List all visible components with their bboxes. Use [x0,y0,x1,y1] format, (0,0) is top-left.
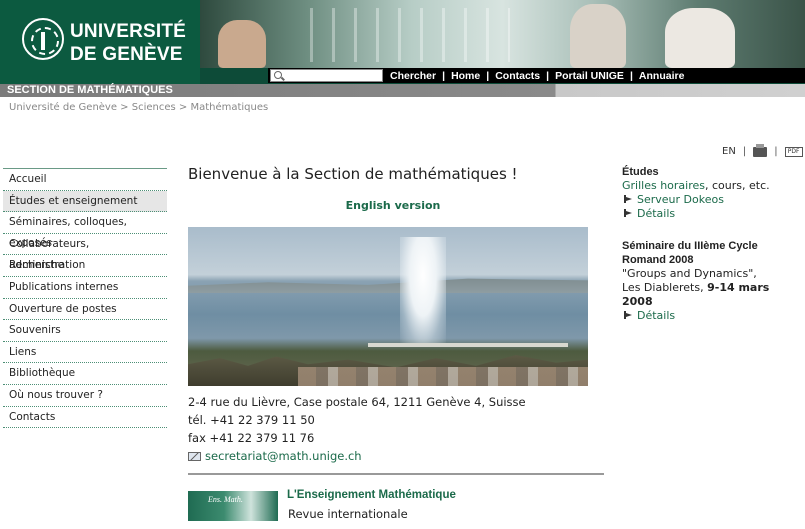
researcher-figure [570,4,626,68]
top-link-home[interactable]: Home [451,70,480,82]
sidebar-item-liens[interactable]: Liens [3,342,167,364]
etudes-details-row: Détails [622,207,802,221]
separator: | [486,69,490,82]
logo-line-2: DE GENÈVE [70,44,183,65]
address-line: 2-4 rue du Lièvre, Case postale 64, 1211… [188,395,526,409]
search-input[interactable] [270,69,383,82]
sidebar-item-ou-nous-trouver[interactable]: Où nous trouver ? [3,385,167,407]
ens-math-logo-text: Ens. Math. [208,495,243,504]
seminar-place: Les Diablerets, [622,281,708,294]
photo-hills [188,278,588,293]
divider [188,473,604,475]
lab-photo [200,0,805,68]
geneva-lake-photo [188,227,588,386]
sidebar-item-seminaires[interactable]: Séminaires, colloques, exposés [3,212,167,249]
photo-jet-deau [400,237,446,347]
seminar-place-row: Les Diablerets, 9-14 mars 2008 [622,281,802,309]
page-title: Bienvenue à la Section de mathématiques … [188,165,518,183]
sidebar-item-postes[interactable]: Ouverture de postes [3,299,167,321]
serveur-dokeos-link[interactable]: Serveur Dokeos [637,193,724,206]
sidebar-item-collaborateurs[interactable]: Collaborateurs, administration [3,234,167,271]
sidebar-item-souvenirs[interactable]: Souvenirs [3,320,167,342]
mail-icon [188,451,201,461]
seminar-details-link[interactable]: Détails [637,309,675,322]
language-link[interactable]: EN [722,146,736,157]
university-seal-icon [22,18,64,60]
seminar-details-row: Détails [622,309,802,323]
seminar-heading-1: Séminaire du IIIème Cycle [622,240,758,252]
sidebar-item-bibliotheque[interactable]: Bibliothèque [3,363,167,385]
researcher-figure [218,20,266,68]
photo-pier [368,343,568,347]
logo-line-1: UNIVERSITÉ [70,21,187,42]
researcher-figure [665,8,735,68]
logo-text: UNIVERSITÉ DE GENÈVE [70,20,186,66]
seminar-topic: "Groups and Dynamics", [622,267,757,280]
printer-icon[interactable] [753,143,768,157]
grilles-horaires-link[interactable]: Grilles horaires [622,179,705,192]
email-row: secretariat@math.unige.ch [188,447,526,465]
pdf-icon[interactable]: PDF [784,146,803,157]
phone-number: tél. +41 22 379 11 50 [188,413,315,427]
top-links: Chercher | Home | Contacts | Portail UNI… [390,68,684,83]
journal-subtitle: Revue internationale [288,507,408,521]
fax-number: fax +41 22 379 11 76 [188,431,315,445]
university-logo[interactable]: UNIVERSITÉ DE GENÈVE [0,0,200,84]
etudes-line: Grilles horaires, cours, etc. [622,179,802,193]
sidebar-item-contacts[interactable]: Contacts [3,407,167,429]
separator: | [774,146,778,157]
section-title: SECTION DE MATHÉMATIQUES [7,84,173,96]
top-link-portail[interactable]: Portail UNIGE [555,70,624,82]
arrow-right-icon [624,195,634,203]
separator: | [442,69,446,82]
photo-roofs [298,367,588,386]
contact-address: 2-4 rue du Lièvre, Case postale 64, 1211… [188,393,526,465]
top-link-chercher[interactable]: Chercher [390,70,436,82]
etudes-line-rest: , cours, etc. [705,179,770,192]
sidebar-item-publications[interactable]: Publications internes [3,277,167,299]
separator: | [629,69,633,82]
lab-equipment [310,8,510,62]
seminar-heading-2: Romand 2008 [622,254,694,266]
separator: | [742,146,747,157]
top-link-contacts[interactable]: Contacts [495,70,540,82]
page-tools: EN | | PDF [722,143,803,157]
breadcrumb: Université de Genève > Sciences > Mathém… [9,102,269,113]
arrow-right-icon [624,209,634,217]
seminar-block: Séminaire du IIIème Cycle Romand 2008 "G… [622,239,802,323]
arrow-right-icon [624,311,634,319]
english-version-link[interactable]: English version [188,199,598,212]
journal-title-link[interactable]: L'Enseignement Mathématique [287,489,456,501]
ens-math-logo[interactable]: Ens. Math. [188,491,278,521]
sidebar-nav: Accueil Études et enseignement Séminaire… [3,168,167,429]
right-column: Études Grilles horaires, cours, etc. Ser… [622,165,802,323]
etudes-heading: Études [622,166,659,178]
search-icon [274,71,282,79]
sidebar-item-accueil[interactable]: Accueil [3,169,167,191]
email-link[interactable]: secretariat@math.unige.ch [205,447,362,465]
separator: | [546,69,550,82]
top-link-annuaire[interactable]: Annuaire [639,70,685,82]
serveur-dokeos-row: Serveur Dokeos [622,193,802,207]
sidebar-item-etudes[interactable]: Études et enseignement [3,190,167,213]
etudes-details-link[interactable]: Détails [637,207,675,220]
